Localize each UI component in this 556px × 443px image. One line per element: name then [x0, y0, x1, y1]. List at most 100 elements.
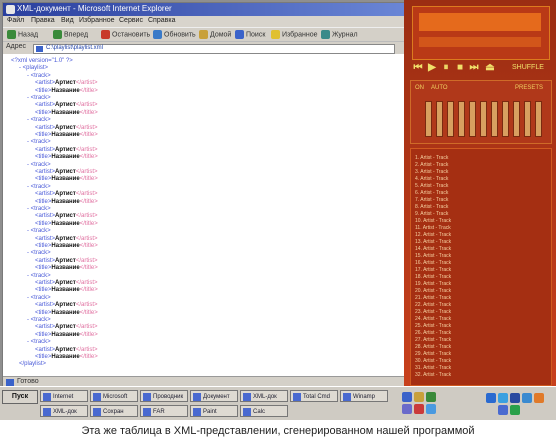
eq-slider[interactable]: [447, 101, 454, 137]
eject-button[interactable]: ⏏: [484, 62, 496, 74]
shuffle-toggle[interactable]: SHUFFLE: [512, 64, 544, 71]
desktop-quicklaunch-icon[interactable]: [402, 404, 412, 414]
xml-line[interactable]: - <track>: [27, 317, 51, 323]
playlist-item[interactable]: 28. Artist - Track: [415, 344, 547, 350]
eq-auto-toggle[interactable]: AUTO: [431, 85, 448, 91]
taskbar-button[interactable]: Total Cmd: [290, 390, 338, 402]
playlist-item[interactable]: 13. Artist - Track: [415, 239, 547, 245]
xml-line[interactable]: - <track>: [27, 295, 51, 301]
xml-line[interactable]: - <track>: [27, 184, 51, 190]
taskbar-button[interactable]: Сохран: [90, 405, 138, 417]
winamp-seek-bar[interactable]: [419, 37, 541, 47]
search-button[interactable]: Поиск: [235, 30, 265, 40]
menu-tools[interactable]: Сервис: [119, 17, 143, 24]
playlist-item[interactable]: 18. Artist - Track: [415, 274, 547, 280]
xml-line[interactable]: - <track>: [27, 339, 51, 345]
playlist-item[interactable]: 8. Artist - Track: [415, 204, 547, 210]
playlist-item[interactable]: 10. Artist - Track: [415, 218, 547, 224]
playlist-item[interactable]: 12. Artist - Track: [415, 232, 547, 238]
back-button[interactable]: Назад: [7, 30, 38, 40]
playlist-item[interactable]: 26. Artist - Track: [415, 330, 547, 336]
playlist-item[interactable]: 20. Artist - Track: [415, 288, 547, 294]
network-tray-icon[interactable]: [486, 393, 496, 403]
eq-slider[interactable]: [502, 101, 509, 137]
taskbar-button[interactable]: Paint: [190, 405, 238, 417]
history-button[interactable]: Журнал: [321, 30, 358, 40]
playlist-item[interactable]: 1. Artist - Track: [415, 155, 547, 161]
xml-line[interactable]: - <track>: [27, 273, 51, 279]
menu-edit[interactable]: Правка: [31, 17, 55, 24]
favorites-button[interactable]: Избранное: [271, 30, 317, 40]
eq-slider[interactable]: [458, 101, 465, 137]
eq-slider[interactable]: [535, 101, 542, 137]
playlist-item[interactable]: 7. Artist - Track: [415, 197, 547, 203]
eq-on-toggle[interactable]: ON: [415, 85, 424, 91]
forward-button[interactable]: Вперед: [53, 30, 88, 40]
taskbar-button[interactable]: Microsoft: [90, 390, 138, 402]
menu-help[interactable]: Справка: [148, 17, 175, 24]
ie-title-bar[interactable]: XML-документ - Microsoft Internet Explor…: [3, 3, 404, 16]
pause-button[interactable]: ⏸: [440, 62, 452, 74]
volume-tray-icon[interactable]: [498, 393, 508, 403]
xml-line[interactable]: - <track>: [27, 162, 51, 168]
playlist-item[interactable]: 4. Artist - Track: [415, 176, 547, 182]
playlist-item[interactable]: 2. Artist - Track: [415, 162, 547, 168]
xml-line[interactable]: - <track>: [27, 206, 51, 212]
playlist-item[interactable]: 24. Artist - Track: [415, 316, 547, 322]
menu-file[interactable]: Файл: [7, 17, 24, 24]
taskbar-button[interactable]: XML-док: [40, 405, 88, 417]
eq-slider[interactable]: [524, 101, 531, 137]
xml-line[interactable]: - <track>: [27, 250, 51, 256]
playlist-item[interactable]: 32. Artist - Track: [415, 372, 547, 378]
play-button[interactable]: ▶: [426, 62, 438, 74]
playlist-item[interactable]: 9. Artist - Track: [415, 211, 547, 217]
playlist-item[interactable]: 5. Artist - Track: [415, 183, 547, 189]
folder-quicklaunch-icon[interactable]: [414, 392, 424, 402]
start-button[interactable]: Пуск: [2, 390, 38, 404]
taskbar-button[interactable]: Проводник: [140, 390, 188, 402]
xml-line[interactable]: - <track>: [27, 117, 51, 123]
playlist-item[interactable]: 25. Artist - Track: [415, 323, 547, 329]
menu-view[interactable]: Вид: [61, 17, 74, 24]
security-tray-icon[interactable]: [510, 405, 520, 415]
winamp-tray-icon[interactable]: [534, 393, 544, 403]
eq-slider[interactable]: [436, 101, 443, 137]
home-button[interactable]: Домой: [199, 30, 231, 40]
stop-button[interactable]: Остановить: [101, 30, 150, 40]
playlist-item[interactable]: 14. Artist - Track: [415, 246, 547, 252]
menu-favorites[interactable]: Избранное: [79, 17, 114, 24]
xml-line[interactable]: - <playlist>: [19, 65, 48, 71]
taskbar-button[interactable]: Internet: [40, 390, 88, 402]
playlist-item[interactable]: 29. Artist - Track: [415, 351, 547, 357]
eq-slider[interactable]: [425, 101, 432, 137]
app-tray-icon[interactable]: [522, 393, 532, 403]
playlist-item[interactable]: 30. Artist - Track: [415, 358, 547, 364]
eq-presets-button[interactable]: PRESETS: [515, 85, 543, 91]
xml-line[interactable]: - <track>: [27, 73, 51, 79]
playlist-item[interactable]: 19. Artist - Track: [415, 281, 547, 287]
eq-slider[interactable]: [491, 101, 498, 137]
playlist-item[interactable]: 21. Artist - Track: [415, 295, 547, 301]
playlist-item[interactable]: 15. Artist - Track: [415, 253, 547, 259]
media-quicklaunch-icon[interactable]: [414, 404, 424, 414]
playlist-item[interactable]: 16. Artist - Track: [415, 260, 547, 266]
net-quicklaunch-icon[interactable]: [426, 404, 436, 414]
playlist-item[interactable]: 22. Artist - Track: [415, 302, 547, 308]
display-tray-icon[interactable]: [510, 393, 520, 403]
eq-slider[interactable]: [513, 101, 520, 137]
xml-line[interactable]: - <track>: [27, 95, 51, 101]
prev-button[interactable]: ⏮: [412, 62, 424, 74]
xml-line[interactable]: - <track>: [27, 139, 51, 145]
lang-tray-icon[interactable]: [498, 405, 508, 415]
eq-slider[interactable]: [469, 101, 476, 137]
taskbar-button[interactable]: Calc: [240, 405, 288, 417]
eq-slider[interactable]: [480, 101, 487, 137]
playlist-item[interactable]: 11. Artist - Track: [415, 225, 547, 231]
playlist-item[interactable]: 23. Artist - Track: [415, 309, 547, 315]
playlist-item[interactable]: 6. Artist - Track: [415, 190, 547, 196]
refresh-button[interactable]: Обновить: [153, 30, 196, 40]
ie-quicklaunch-icon[interactable]: [402, 392, 412, 402]
playlist-item[interactable]: 17. Artist - Track: [415, 267, 547, 273]
next-button[interactable]: ⏭: [468, 62, 480, 74]
playlist-item[interactable]: 3. Artist - Track: [415, 169, 547, 175]
